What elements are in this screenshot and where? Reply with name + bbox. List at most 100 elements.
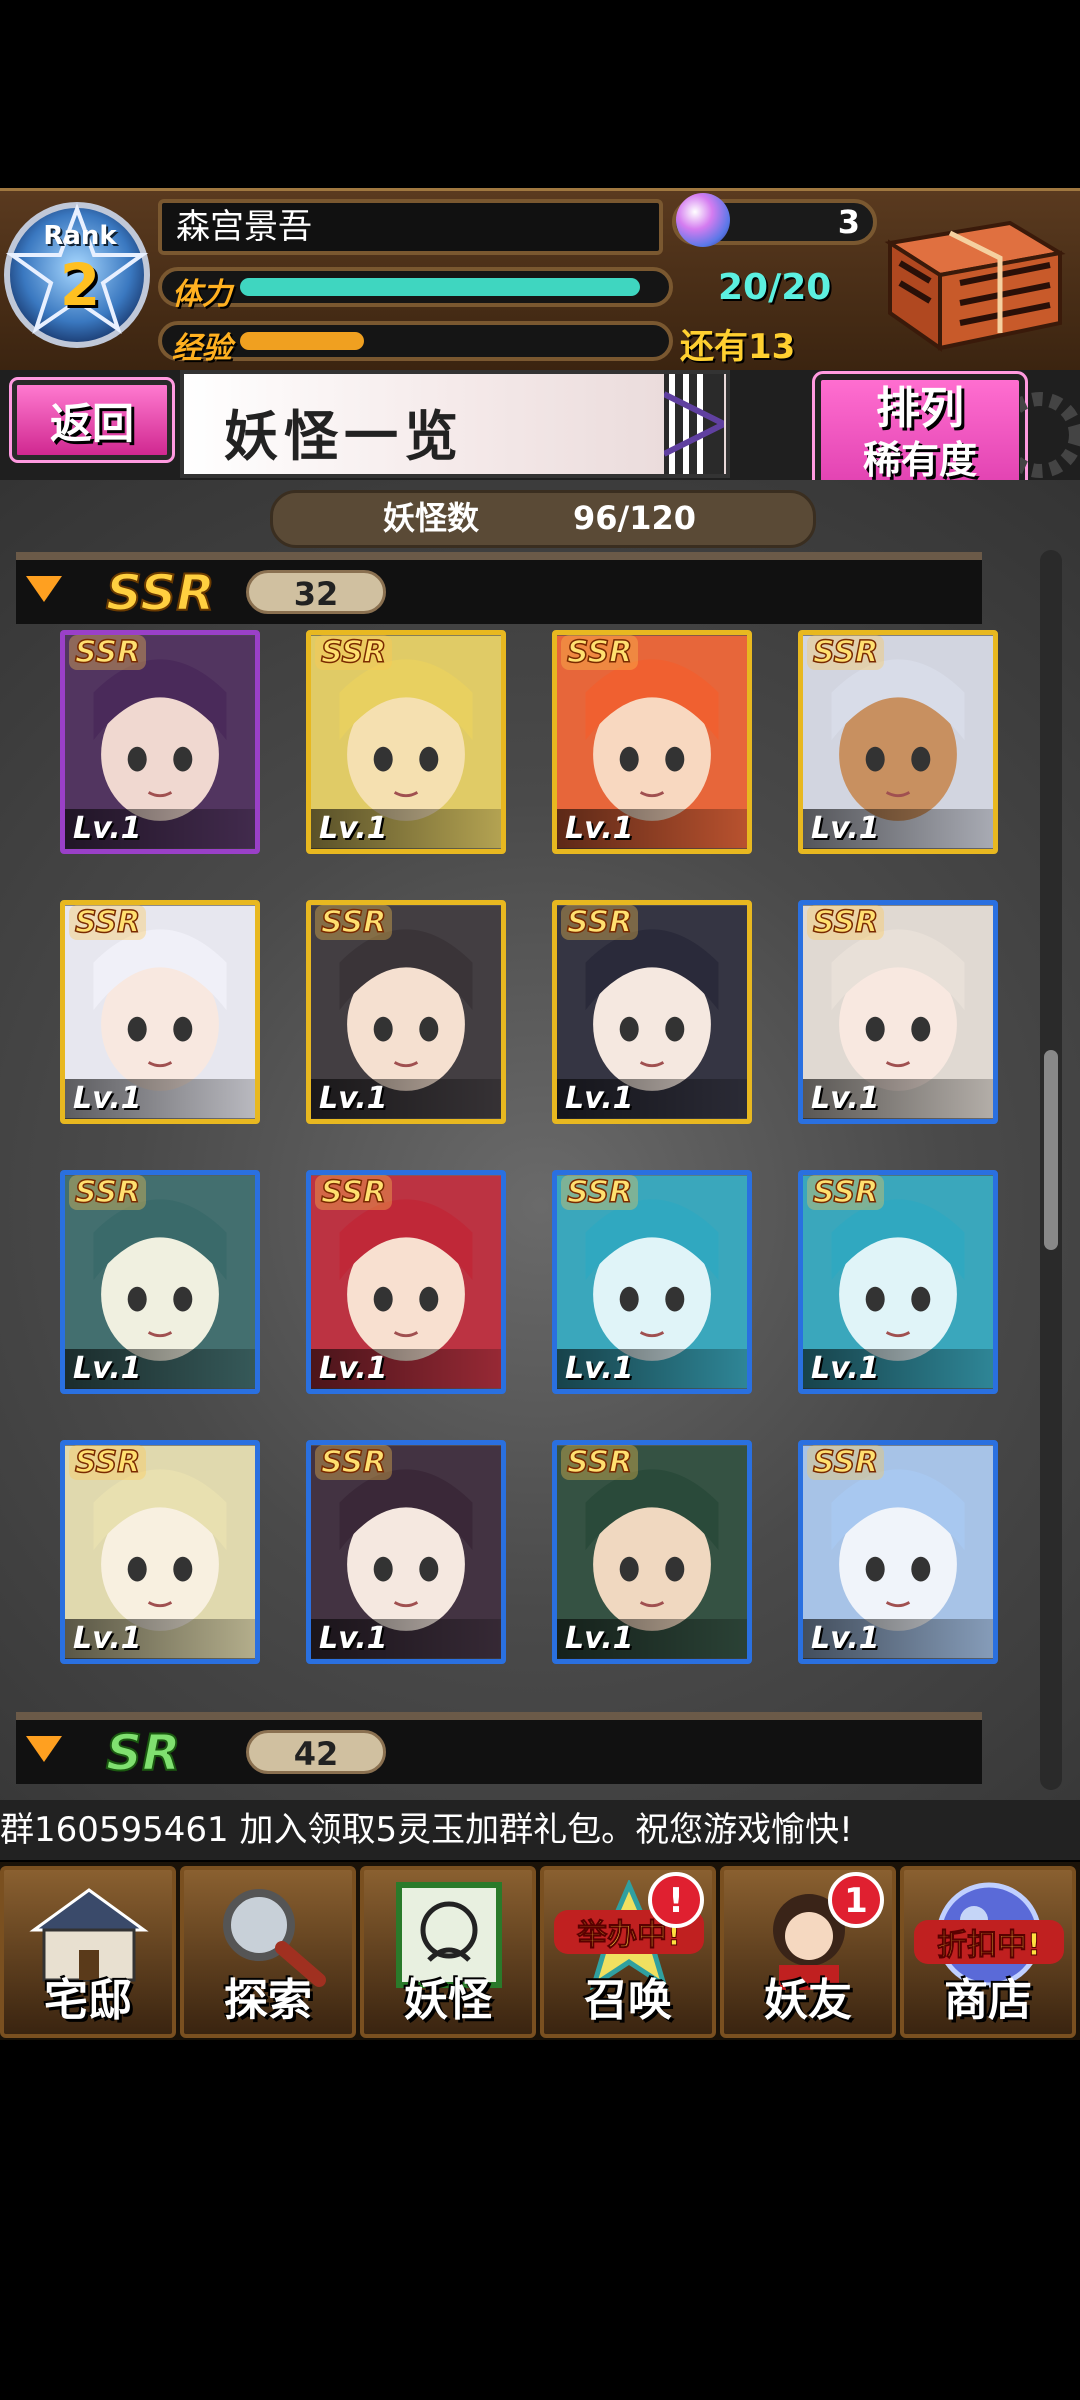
sort-label: 排列 xyxy=(876,383,964,434)
level-label: Lv.1 xyxy=(65,1079,255,1119)
level-label: Lv.1 xyxy=(311,1349,501,1389)
nav-label: 妖友 xyxy=(764,1975,852,2026)
yokai-card[interactable]: SSR Lv.1 xyxy=(306,1170,506,1394)
yokai-card[interactable]: SSR Lv.1 xyxy=(306,900,506,1124)
yokai-card[interactable]: SSR Lv.1 xyxy=(798,1170,998,1394)
exp-fill xyxy=(240,332,364,350)
rarity-tag: SSR xyxy=(315,1175,393,1211)
stamina-bar: 体力 xyxy=(158,267,673,312)
exp-bar: 经验 xyxy=(158,321,673,366)
level-label: Lv.1 xyxy=(311,1619,501,1659)
level-label: Lv.1 xyxy=(557,1079,747,1119)
yokai-card[interactable]: SSR Lv.1 xyxy=(60,1440,260,1664)
yokai-card[interactable]: SSR Lv.1 xyxy=(60,1170,260,1394)
yokai-card[interactable]: SSR Lv.1 xyxy=(552,900,752,1124)
rarity-tag: SSR xyxy=(69,1175,147,1211)
rarity-tag: SSR xyxy=(315,635,393,671)
yokai-card[interactable]: SSR Lv.1 xyxy=(60,630,260,854)
nav-label: 妖怪 xyxy=(404,1975,492,2026)
rarity-tag: SSR xyxy=(69,635,147,671)
level-label: Lv.1 xyxy=(803,1619,993,1659)
spirit-jade-icon xyxy=(676,193,730,247)
yokai-count-label: 妖怪数 xyxy=(383,499,480,537)
page-title: 妖怪一览 xyxy=(224,405,464,468)
nav-yokai[interactable]: 妖怪 xyxy=(360,1866,536,2038)
title-banner-ornament xyxy=(664,374,724,474)
nav-friends[interactable]: 1 妖友 xyxy=(720,1866,896,2038)
yokai-card[interactable]: SSR Lv.1 xyxy=(798,1440,998,1664)
rarity-tag: SSR xyxy=(807,1175,885,1211)
notification-badge: ! xyxy=(648,1872,704,1928)
section-count: 42 xyxy=(246,1730,386,1774)
level-label: Lv.1 xyxy=(557,1619,747,1659)
yokai-card[interactable]: SSR Lv.1 xyxy=(798,630,998,854)
yokai-card[interactable]: SSR Lv.1 xyxy=(798,900,998,1124)
level-label: Lv.1 xyxy=(803,1079,993,1119)
yokai-count-bar: 妖怪数 96/120 xyxy=(270,490,816,548)
rarity-tag: SSR xyxy=(807,1445,885,1481)
nav-explore[interactable]: 探索 xyxy=(180,1866,356,2038)
rarity-tag: SSR xyxy=(561,635,639,671)
rank-label: Rank xyxy=(43,221,117,251)
rarity-tag: SSR xyxy=(561,1445,639,1481)
level-label: Lv.1 xyxy=(65,1349,255,1389)
rarity-badge-sr: SR xyxy=(105,1723,182,1783)
level-label: Lv.1 xyxy=(557,1349,747,1389)
yokai-card[interactable]: SSR Lv.1 xyxy=(306,630,506,854)
title-banner: 妖怪一览 xyxy=(180,370,730,478)
stamina-label: 体力 xyxy=(172,277,232,312)
back-button[interactable]: 返回 xyxy=(9,377,175,463)
collapse-arrow-icon xyxy=(26,576,62,602)
rarity-tag: SSR xyxy=(807,905,885,941)
level-label: Lv.1 xyxy=(311,809,501,849)
yokai-card-grid: SSR Lv.1 SSR Lv.1 SSR Lv.1 SSR Lv.1 SSR Lv.1 SSR Lv… xyxy=(0,630,1040,1680)
section-count: 32 xyxy=(246,570,386,614)
gem-count: 3 xyxy=(837,203,860,241)
page-header: 返回 妖怪一览 排列 稀有度 xyxy=(0,370,1080,499)
yokai-card[interactable]: SSR Lv.1 xyxy=(60,900,260,1124)
yokai-list-panel: 妖怪数 96/120 SSR 32 SSR Lv.1 SSR Lv.1 SSR Lv.1 S… xyxy=(0,480,1080,1800)
nav-label: 召唤 xyxy=(584,1975,672,2026)
rarity-tag: SSR xyxy=(69,1445,147,1481)
exp-label: 经验 xyxy=(172,331,232,366)
yokai-card[interactable]: SSR Lv.1 xyxy=(552,1170,752,1394)
notification-badge: 1 xyxy=(828,1872,884,1928)
level-label: Lv.1 xyxy=(65,1619,255,1659)
stamina-value: 20/20 xyxy=(718,267,832,308)
bottom-nav: 宅邸 探索 妖怪 举办中! ! 召唤 1 妖友 折扣中! 商店 xyxy=(0,1862,1080,2040)
level-label: Lv.1 xyxy=(803,1349,993,1389)
level-label: Lv.1 xyxy=(65,809,255,849)
yokai-card[interactable]: SSR Lv.1 xyxy=(552,1440,752,1664)
scrollbar-thumb[interactable] xyxy=(1044,1050,1058,1250)
section-header-sr[interactable]: SR 42 xyxy=(16,1712,982,1784)
rarity-tag: SSR xyxy=(315,905,393,941)
yokai-card[interactable]: SSR Lv.1 xyxy=(306,1440,506,1664)
player-status-bar: Rank 2 森宫景吾 3 体力 20/20 经验 还有13 xyxy=(0,188,1080,374)
announcement-ticker: 群160595461 加入领取5灵玉加群礼包。祝您游戏愉快! xyxy=(0,1800,1080,1860)
level-label: Lv.1 xyxy=(557,809,747,849)
nav-mansion[interactable]: 宅邸 xyxy=(0,1866,176,2038)
player-name: 森宫景吾 xyxy=(158,199,663,255)
section-header-ssr[interactable]: SSR 32 xyxy=(16,552,982,624)
rarity-tag: SSR xyxy=(315,1445,393,1481)
yokai-card[interactable]: SSR Lv.1 xyxy=(552,630,752,854)
sale-banner: 折扣中! xyxy=(914,1920,1064,1964)
sort-value: 稀有度 xyxy=(862,438,977,482)
sort-button[interactable]: 排列 稀有度 xyxy=(812,371,1028,499)
nav-label: 探索 xyxy=(224,1975,312,2026)
rarity-tag: SSR xyxy=(561,1175,639,1211)
rarity-badge-ssr: SSR xyxy=(105,563,216,623)
nav-label: 宅邸 xyxy=(44,1975,132,2026)
level-label: Lv.1 xyxy=(803,809,993,849)
stamina-fill xyxy=(240,278,640,296)
rarity-tag: SSR xyxy=(69,905,147,941)
exp-remaining: 还有13 xyxy=(680,327,796,367)
yokai-count-value: 96/120 xyxy=(573,499,697,537)
rank-value: 2 xyxy=(59,251,101,319)
nav-label: 商店 xyxy=(944,1975,1032,2026)
rarity-tag: SSR xyxy=(561,905,639,941)
rarity-tag: SSR xyxy=(807,635,885,671)
nav-summon[interactable]: 举办中! ! 召唤 xyxy=(540,1866,716,2038)
nav-shop[interactable]: 折扣中! 商店 xyxy=(900,1866,1076,2038)
gift-box-icon[interactable] xyxy=(880,203,1068,353)
